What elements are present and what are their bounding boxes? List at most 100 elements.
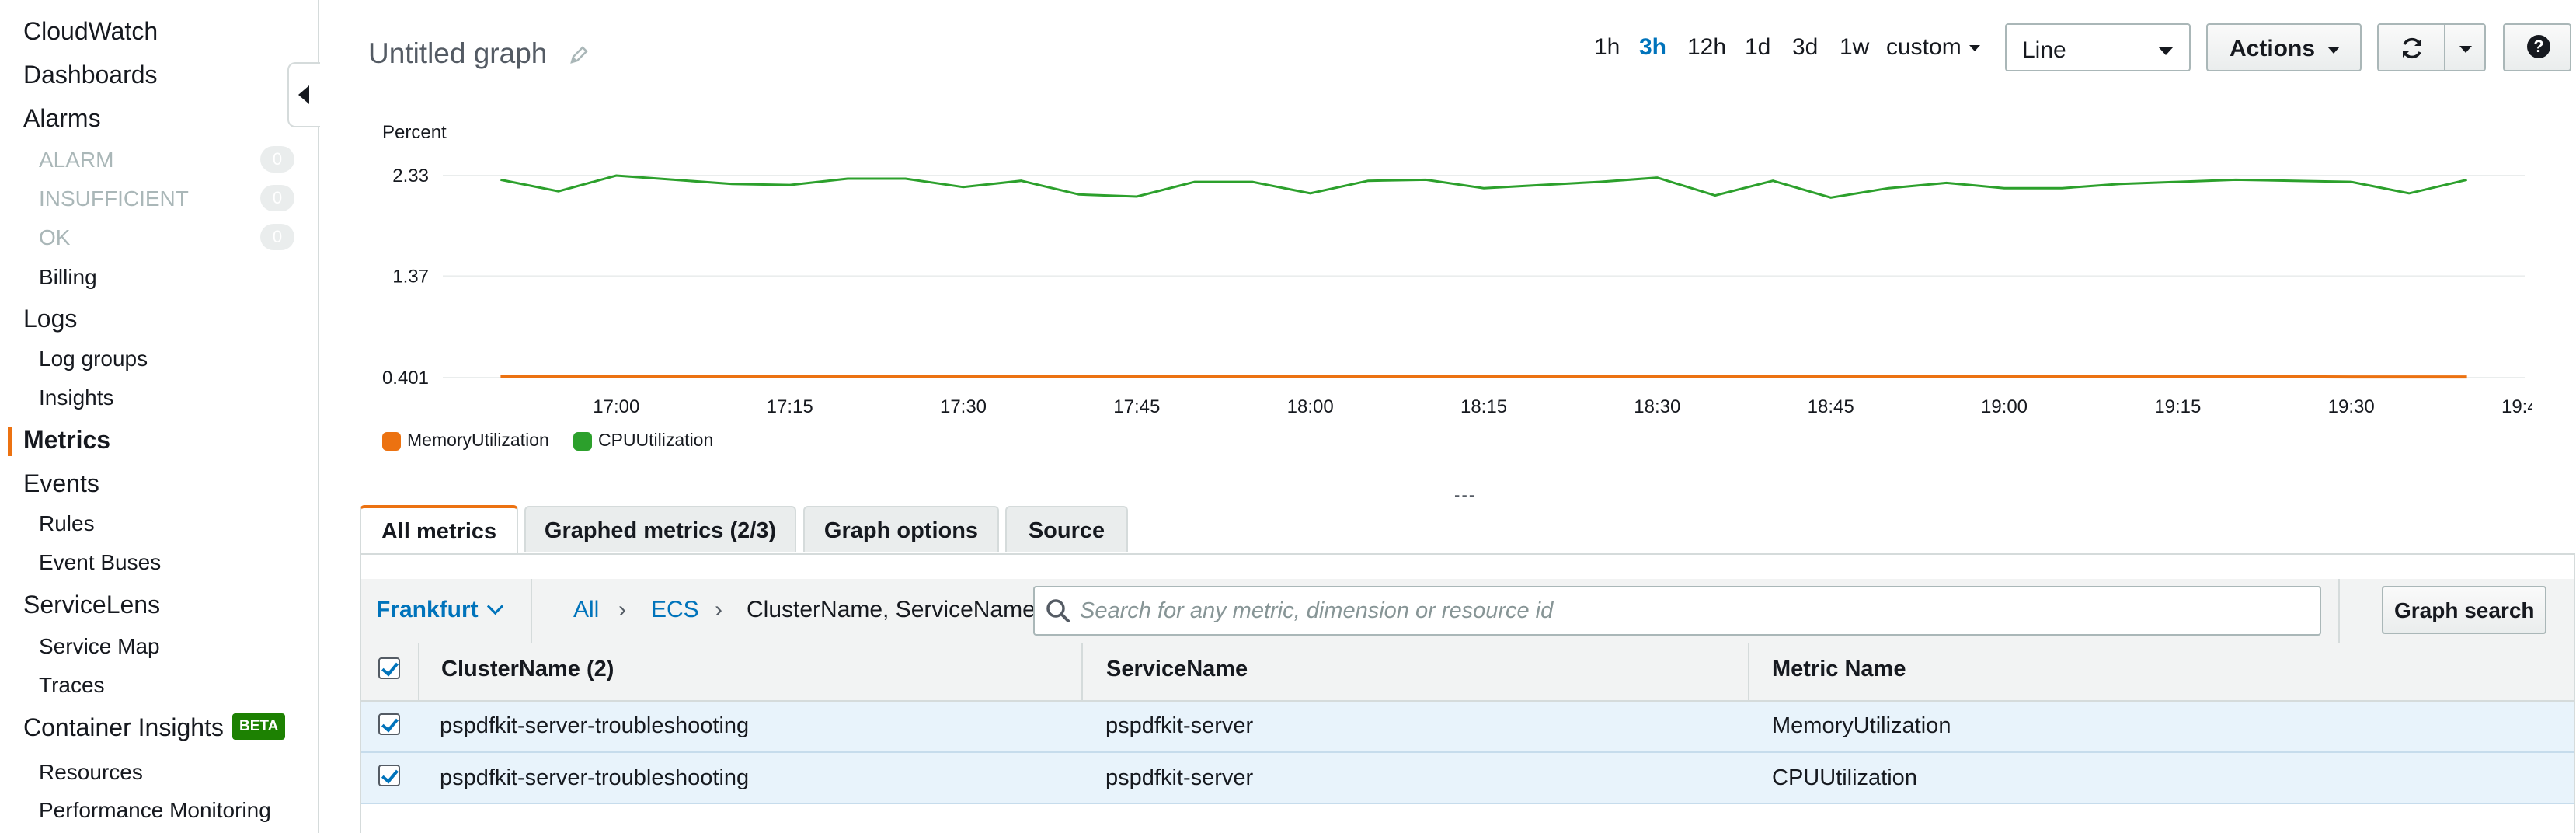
resize-handle[interactable]: - - - — [1454, 485, 1474, 505]
legend-label-cpu[interactable]: CPUUtilization — [598, 430, 713, 451]
caret-down-icon — [2459, 46, 2472, 53]
collapse-sidebar-button[interactable] — [287, 62, 320, 127]
custom-range-label: custom — [1886, 34, 1962, 60]
ok-count-badge: 0 — [260, 224, 294, 250]
sidebar-item-resources[interactable]: Resources — [39, 760, 143, 785]
sidebar-item-service-map[interactable]: Service Map — [39, 634, 160, 659]
x-tick-label: 18:00 — [1287, 396, 1334, 417]
breadcrumb-current: ClusterName, ServiceName — [747, 597, 1036, 622]
range-3h[interactable]: 3h — [1639, 34, 1666, 61]
y-axis-ticks: 2.33 1.37 0.401 — [382, 166, 429, 389]
graph-title: Untitled graph — [368, 37, 548, 69]
pencil-icon[interactable] — [567, 44, 590, 67]
sidebar-item-cloudwatch[interactable]: CloudWatch — [23, 17, 158, 46]
range-1d[interactable]: 1d — [1745, 34, 1770, 61]
y-tick-label: 0.401 — [382, 368, 429, 389]
sidebar-item-performance-monitoring[interactable]: Performance Monitoring — [39, 798, 271, 823]
active-indicator — [8, 427, 12, 456]
x-tick-label: 19:15 — [2154, 396, 2201, 417]
insufficient-count-badge: 0 — [260, 185, 294, 211]
y-tick-label: 2.33 — [392, 166, 429, 186]
sidebar-item-alarms[interactable]: Alarms — [23, 104, 101, 133]
series-line-cpuutilization — [500, 174, 2467, 199]
sidebar-nav: CloudWatch Dashboards Alarms ALARM 0 INS… — [0, 0, 319, 833]
sidebar-item-alarm-state[interactable]: ALARM — [39, 148, 113, 173]
row-checkbox[interactable] — [378, 713, 400, 735]
cell-metric-name: CPUUtilization — [1772, 765, 1917, 790]
graph-search-label: Graph search — [2394, 598, 2535, 622]
divider — [2338, 579, 2340, 643]
graph-type-value: Line — [2022, 37, 2066, 63]
column-divider — [1081, 643, 1083, 700]
refresh-options-button[interactable] — [2444, 23, 2486, 71]
x-tick-label: 19:00 — [1981, 396, 2028, 417]
y-tick-label: 1.37 — [392, 266, 429, 287]
chart-grid — [443, 175, 2525, 378]
sidebar-item-servicelens[interactable]: ServiceLens — [23, 591, 160, 619]
chevron-right-icon: › — [618, 597, 626, 622]
graph-search-button[interactable]: Graph search — [2382, 586, 2546, 634]
divider — [531, 579, 532, 643]
column-divider — [1748, 643, 1749, 700]
actions-label: Actions — [2230, 36, 2316, 61]
legend-label-memory[interactable]: MemoryUtilization — [407, 430, 549, 451]
help-icon: ? — [2527, 35, 2550, 58]
sidebar-item-container-insights[interactable]: Container Insights — [23, 713, 224, 742]
cell-clustername: pspdfkit-server-troubleshooting — [440, 713, 750, 738]
column-header-metric-name[interactable]: Metric Name — [1772, 657, 1906, 682]
help-button[interactable]: ? — [2503, 23, 2571, 71]
row-checkbox[interactable] — [378, 765, 400, 786]
tab-graph-options[interactable]: Graph options — [803, 506, 999, 552]
range-custom[interactable]: custom — [1886, 34, 1980, 61]
legend-swatch-memory — [382, 432, 401, 451]
range-1w[interactable]: 1w — [1840, 34, 1869, 61]
sidebar-item-insights[interactable]: Insights — [39, 385, 114, 410]
select-all-checkbox[interactable] — [378, 657, 400, 679]
tab-source[interactable]: Source — [1005, 506, 1128, 552]
tab-graphed-metrics[interactable]: Graphed metrics (2/3) — [524, 506, 796, 552]
sidebar-item-log-groups[interactable]: Log groups — [39, 347, 148, 371]
range-12h[interactable]: 12h — [1687, 34, 1726, 61]
legend-swatch-cpu — [573, 432, 592, 451]
range-3d[interactable]: 3d — [1792, 34, 1818, 61]
chevron-down-icon — [486, 598, 503, 615]
search-icon — [1046, 599, 1070, 622]
x-tick-label: 17:45 — [1113, 396, 1160, 417]
sidebar-item-rules[interactable]: Rules — [39, 511, 95, 536]
caret-down-icon — [2327, 47, 2340, 54]
breadcrumb-all[interactable]: All — [573, 597, 599, 623]
column-header-clustername[interactable]: ClusterName (2) — [441, 657, 614, 682]
sidebar-item-logs[interactable]: Logs — [23, 305, 77, 333]
range-1h[interactable]: 1h — [1594, 34, 1620, 61]
actions-button[interactable]: Actions — [2206, 23, 2362, 71]
tab-all-metrics[interactable]: All metrics — [360, 505, 518, 555]
sidebar-item-insufficient[interactable]: INSUFFICIENT — [39, 186, 189, 211]
alarm-count-badge: 0 — [260, 146, 294, 173]
series-line-memoryutilization — [500, 375, 2467, 379]
caret-down-icon — [2158, 47, 2174, 55]
sidebar-item-event-buses[interactable]: Event Buses — [39, 550, 161, 575]
table-header — [361, 643, 2574, 702]
sidebar-item-dashboards[interactable]: Dashboards — [23, 61, 158, 89]
column-divider — [418, 643, 419, 700]
x-tick-label: 19:30 — [2328, 396, 2375, 417]
refresh-button[interactable] — [2377, 23, 2445, 71]
cell-servicename: pspdfkit-server — [1105, 765, 1254, 790]
chevron-right-icon: › — [715, 597, 722, 622]
sidebar-item-ok[interactable]: OK — [39, 225, 70, 250]
breadcrumb-ecs[interactable]: ECS — [651, 597, 699, 623]
cell-servicename: pspdfkit-server — [1105, 713, 1254, 738]
sidebar-item-billing[interactable]: Billing — [39, 265, 97, 290]
x-tick-label: 19:45 — [2501, 396, 2532, 417]
column-header-servicename[interactable]: ServiceName — [1106, 657, 1248, 682]
sidebar-item-events[interactable]: Events — [23, 469, 99, 498]
x-axis-ticks: 17:00 17:15 17:30 17:45 18:00 18:15 18:30 18:45… — [593, 396, 2532, 417]
graph-type-select[interactable]: Line — [2005, 23, 2191, 71]
cell-metric-name: MemoryUtilization — [1772, 713, 1951, 738]
refresh-icon — [2403, 37, 2421, 59]
metrics-search-input[interactable] — [1033, 586, 2321, 636]
sidebar-item-traces[interactable]: Traces — [39, 673, 105, 698]
x-tick-label: 17:15 — [767, 396, 813, 417]
sidebar-item-metrics[interactable]: Metrics — [23, 426, 110, 455]
region-dropdown[interactable]: Frankfurt — [376, 597, 503, 623]
